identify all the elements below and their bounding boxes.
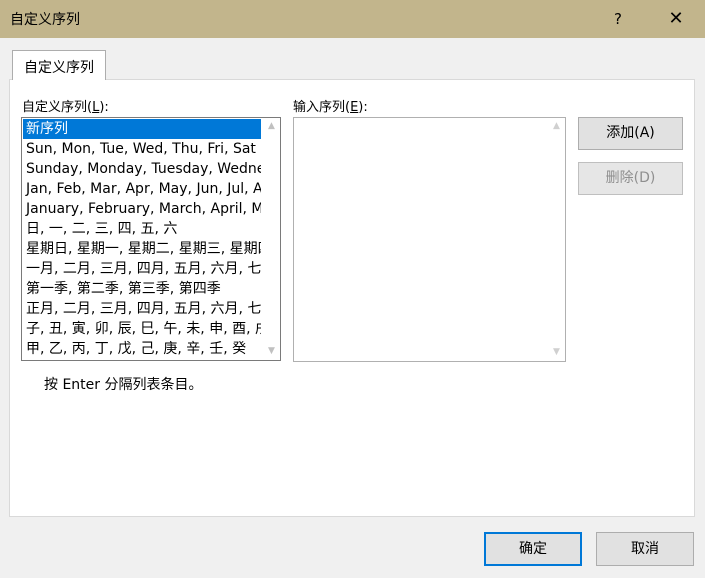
list-item[interactable]: 第一季, 第二季, 第三季, 第四季	[23, 279, 261, 299]
hint-text: 按 Enter 分隔列表条目。	[44, 377, 203, 393]
list-item[interactable]: 甲, 乙, 丙, 丁, 戊, 己, 庚, 辛, 壬, 癸	[23, 339, 261, 359]
list-item[interactable]: 正月, 二月, 三月, 四月, 五月, 六月, 七月, 八月, 九月, 十月, …	[23, 299, 261, 319]
list-item[interactable]: 日, 一, 二, 三, 四, 五, 六	[23, 219, 261, 239]
add-button[interactable]: 添加(A)	[578, 117, 683, 150]
custom-lists-listbox[interactable]: 新序列 Sun, Mon, Tue, Wed, Thu, Fri, Sat Sund…	[21, 117, 281, 361]
list-item[interactable]: January, February, March, April, May, Ju…	[23, 199, 261, 219]
scroll-down-icon[interactable]: ▼	[548, 344, 565, 361]
help-button[interactable]: ?	[598, 3, 638, 35]
tab-label: 自定义序列	[24, 60, 94, 76]
list-item[interactable]: Sun, Mon, Tue, Wed, Thu, Fri, Sat	[23, 139, 261, 159]
listbox-scrollbar[interactable]: ▲ ▼	[263, 118, 280, 360]
list-item[interactable]: 一月, 二月, 三月, 四月, 五月, 六月, 七月, 八月, 九月, 十月, …	[23, 259, 261, 279]
tab-custom-lists[interactable]: 自定义序列	[12, 50, 106, 80]
list-item[interactable]: 星期日, 星期一, 星期二, 星期三, 星期四, 星期五, 星期六	[23, 239, 261, 259]
ok-button[interactable]: 确定	[484, 532, 582, 566]
list-entries-label: 输入序列(E):	[293, 100, 368, 115]
title-bar: 自定义序列 ? ✕	[0, 0, 705, 38]
list-entries-textarea[interactable]: ▲ ▼	[293, 117, 566, 362]
custom-lists-items: 新序列 Sun, Mon, Tue, Wed, Thu, Fri, Sat Sund…	[23, 119, 261, 359]
scroll-up-icon[interactable]: ▲	[548, 118, 565, 135]
list-item[interactable]: Sunday, Monday, Tuesday, Wednesday, Thur…	[23, 159, 261, 179]
scroll-down-icon[interactable]: ▼	[263, 343, 280, 360]
list-item[interactable]: 子, 丑, 寅, 卯, 辰, 巳, 午, 未, 申, 酉, 戌, 亥	[23, 319, 261, 339]
custom-lists-label: 自定义序列(L):	[22, 100, 109, 115]
list-item[interactable]: Jan, Feb, Mar, Apr, May, Jun, Jul, Aug, …	[23, 179, 261, 199]
cancel-button[interactable]: 取消	[596, 532, 694, 566]
window-title: 自定义序列	[10, 12, 80, 28]
list-item[interactable]: 新序列	[23, 119, 261, 139]
delete-button[interactable]: 删除(D)	[578, 162, 683, 195]
textarea-scrollbar[interactable]: ▲ ▼	[548, 118, 565, 361]
close-button[interactable]: ✕	[656, 3, 696, 35]
scroll-up-icon[interactable]: ▲	[263, 118, 280, 135]
